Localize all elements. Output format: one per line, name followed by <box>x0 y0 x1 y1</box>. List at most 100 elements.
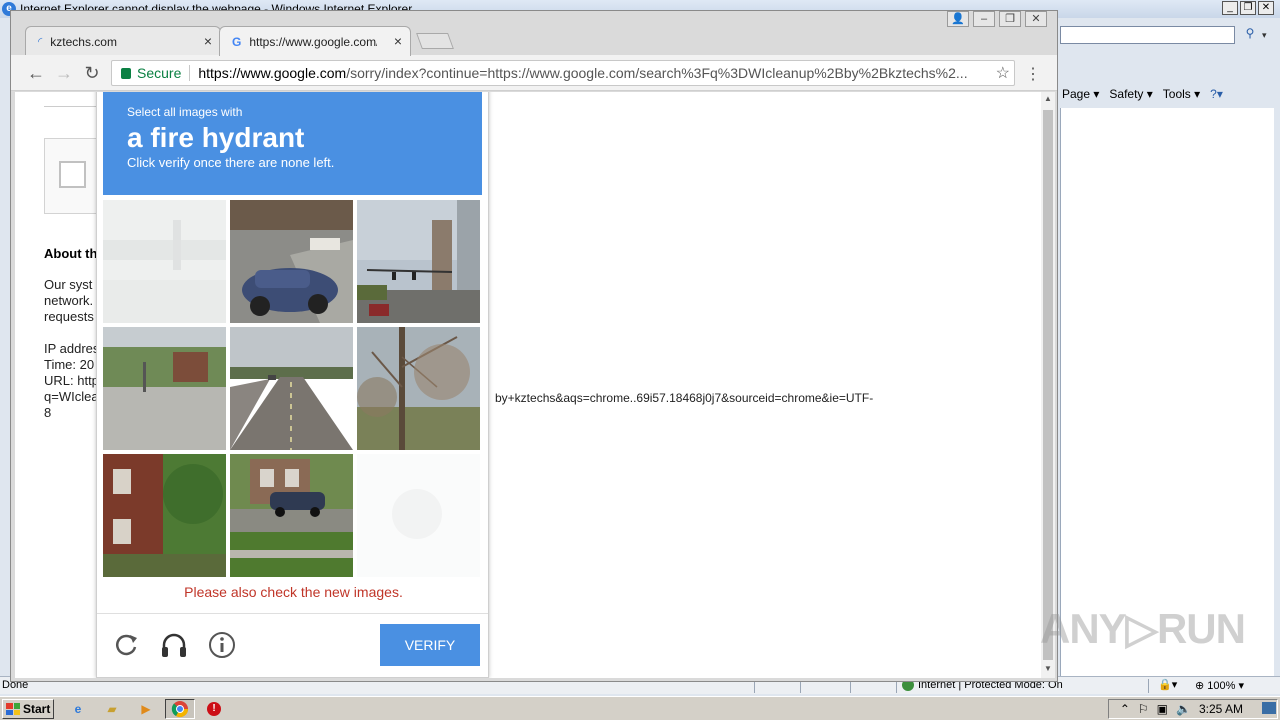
tools-menu[interactable]: Tools ▾ <box>1161 87 1202 101</box>
ie-content-area <box>1060 108 1274 676</box>
scroll-thumb[interactable] <box>1043 110 1053 660</box>
page-menu[interactable]: Page ▾ <box>1060 87 1101 101</box>
flag-icon[interactable]: ⚐ <box>1138 702 1149 716</box>
close-tab-icon[interactable]: × <box>204 33 212 49</box>
image-grid <box>103 200 484 581</box>
profile-icon[interactable]: 👤 <box>947 11 969 27</box>
tab-strip: ◜ kztechs.com × G https://www.google.com… <box>11 11 1057 56</box>
taskbar: Start e ▰ ▶ ! ⌃ ⚐ ▣ 🔈 3:25 AM <box>0 696 1280 720</box>
secure-label: Secure <box>137 65 182 81</box>
image-tile-3[interactable] <box>357 200 480 323</box>
start-label: Start <box>23 702 51 716</box>
show-desktop-icon[interactable] <box>1262 702 1276 714</box>
challenge-footer: VERIFY <box>97 613 488 677</box>
info-icon[interactable] <box>207 630 237 660</box>
omnibox-divider <box>189 65 191 81</box>
bookmark-star-icon[interactable]: ☆ <box>996 63 1010 83</box>
lock-icon <box>121 67 131 79</box>
tab-google-sorry[interactable]: G https://www.google.com/se × <box>219 26 411 56</box>
ip-address-line: IP addres <box>44 341 100 356</box>
protected-mode-icon[interactable]: 🔒▾ <box>1158 678 1177 691</box>
back-arrow-icon[interactable]: ← <box>25 62 47 84</box>
divider <box>44 106 104 107</box>
chrome-icon <box>171 701 189 718</box>
challenge-target: a fire hydrant <box>127 122 305 153</box>
maximize-icon[interactable]: ❐ <box>999 11 1021 27</box>
start-button[interactable]: Start <box>2 699 54 719</box>
recaptcha-challenge: Select all images with a fire hydrant Cl… <box>96 92 489 678</box>
close-tab-icon[interactable]: × <box>394 33 402 49</box>
ie-quicklaunch-icon[interactable]: e <box>68 700 88 718</box>
google-favicon-icon: G <box>232 34 242 49</box>
system-tray: ⌃ ⚐ ▣ 🔈 3:25 AM <box>1108 699 1278 719</box>
opera-icon[interactable]: ! <box>204 700 224 718</box>
url-text: https://www.google.com/sorry/index?conti… <box>198 65 988 81</box>
volume-icon[interactable]: 🔈 <box>1176 702 1191 716</box>
url-path: /sorry/index?continue=https://www.google… <box>346 65 968 81</box>
zoom-level[interactable]: ⊕ 100% ▾ <box>1195 679 1244 692</box>
image-tile-9[interactable] <box>357 454 480 577</box>
ie-window-controls: _ ❐ ✕ <box>1222 1 1274 15</box>
url-continuation: by+kztechs&aqs=chrome..69i57.18468j0j7&s… <box>495 391 874 405</box>
error-message: Please also check the new images. <box>184 584 403 600</box>
new-tab-button[interactable] <box>416 33 454 49</box>
image-tile-1[interactable] <box>103 200 226 323</box>
vertical-scrollbar[interactable]: ▲ ▼ <box>1041 92 1055 678</box>
url-line: URL: http <box>44 373 99 388</box>
chrome-window-controls: 👤 – ❐ ✕ <box>947 11 1047 27</box>
tab-kztechs[interactable]: ◜ kztechs.com × <box>25 26 221 56</box>
address-bar[interactable]: Secure https://www.google.com/sorry/inde… <box>111 60 1015 86</box>
url-line: q=WIclea <box>44 389 99 404</box>
scroll-up-arrow-icon[interactable]: ▲ <box>1043 94 1053 103</box>
url-host: https://www.google.com <box>198 65 347 81</box>
about-text-line: requests <box>44 309 94 324</box>
close-icon[interactable]: ✕ <box>1025 11 1047 27</box>
zoom-value: 100% <box>1207 680 1236 692</box>
search-dropdown-arrow[interactable]: ▾ <box>1262 26 1274 44</box>
scroll-down-arrow-icon[interactable]: ▼ <box>1043 664 1053 673</box>
image-tile-8[interactable] <box>230 454 353 577</box>
ie-command-bar: Page ▾ Safety ▾ Tools ▾ ?▾ <box>1060 84 1280 104</box>
chrome-taskbar-button[interactable] <box>165 699 195 719</box>
network-icon[interactable]: ▣ <box>1157 702 1168 716</box>
help-icon[interactable]: ?▾ <box>1208 87 1225 101</box>
minimize-icon[interactable]: _ <box>1222 1 1238 15</box>
image-tile-5[interactable] <box>230 327 353 450</box>
tab-label: kztechs.com <box>50 34 117 49</box>
close-icon[interactable]: ✕ <box>1258 1 1274 15</box>
ie-search-input[interactable] <box>1060 26 1235 44</box>
image-tile-2[interactable] <box>230 200 353 323</box>
forward-arrow-icon[interactable]: → <box>53 62 75 84</box>
clock[interactable]: 3:25 AM <box>1199 702 1243 716</box>
minimize-icon[interactable]: – <box>973 11 995 27</box>
chrome-toolbar: ← → ↻ Secure https://www.google.com/sorr… <box>11 55 1057 91</box>
headphones-icon[interactable] <box>159 630 189 660</box>
anyrun-watermark: ANY▷RUN <box>1040 605 1246 652</box>
reload-icon[interactable]: ↻ <box>81 62 103 84</box>
url-line: 8 <box>44 405 52 420</box>
safety-menu[interactable]: Safety ▾ <box>1107 87 1154 101</box>
reload-challenge-icon[interactable] <box>111 630 141 660</box>
time-line: Time: 20 <box>44 357 95 372</box>
web-page: About th Our syst network. requests IP a… <box>15 92 1041 678</box>
restore-icon[interactable]: ❐ <box>1240 1 1256 15</box>
tray-expand-icon[interactable]: ⌃ <box>1120 702 1130 716</box>
about-text-line: network. <box>44 293 94 308</box>
folder-icon[interactable]: ▰ <box>102 700 122 718</box>
status-divider <box>1148 679 1149 693</box>
chrome-menu-icon[interactable]: ⋮ <box>1025 64 1041 84</box>
search-icon[interactable]: ⚲ <box>1240 26 1260 44</box>
instruction-top: Select all images with <box>127 105 243 119</box>
recaptcha-anchor <box>44 138 104 214</box>
image-tile-4[interactable] <box>103 327 226 450</box>
about-heading: About th <box>44 246 98 261</box>
about-text-line: Our syst <box>44 277 93 292</box>
recaptcha-checkbox[interactable] <box>59 161 86 188</box>
instruction-bottom: Click verify once there are none left. <box>127 155 335 170</box>
challenge-header: Select all images with a fire hydrant Cl… <box>103 92 482 195</box>
chrome-window: ◜ kztechs.com × G https://www.google.com… <box>10 10 1058 682</box>
image-tile-6[interactable] <box>357 327 480 450</box>
image-tile-7[interactable] <box>103 454 226 577</box>
media-player-icon[interactable]: ▶ <box>136 700 156 718</box>
verify-button[interactable]: VERIFY <box>380 624 480 666</box>
